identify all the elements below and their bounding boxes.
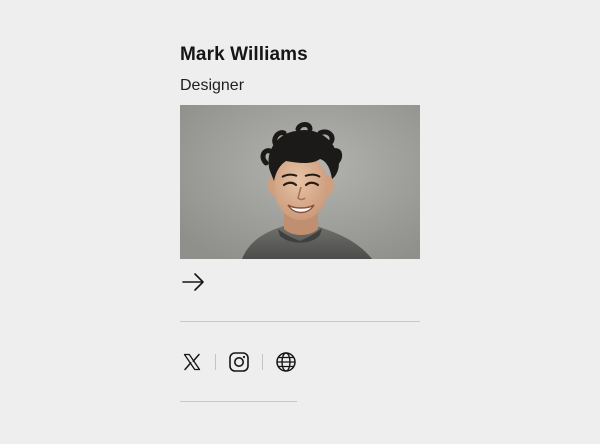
profile-name: Mark Williams: [180, 44, 308, 65]
x-logo-icon[interactable]: [180, 350, 204, 374]
profile-role: Designer: [180, 77, 245, 94]
divider: [180, 321, 420, 322]
globe-icon[interactable]: [274, 350, 298, 374]
profile-photo: [180, 105, 420, 259]
instagram-icon[interactable]: [227, 350, 251, 374]
arrow-right-icon[interactable]: [180, 270, 208, 294]
separator: [262, 354, 263, 370]
separator: [215, 354, 216, 370]
social-links: [180, 348, 298, 376]
divider: [180, 401, 297, 402]
